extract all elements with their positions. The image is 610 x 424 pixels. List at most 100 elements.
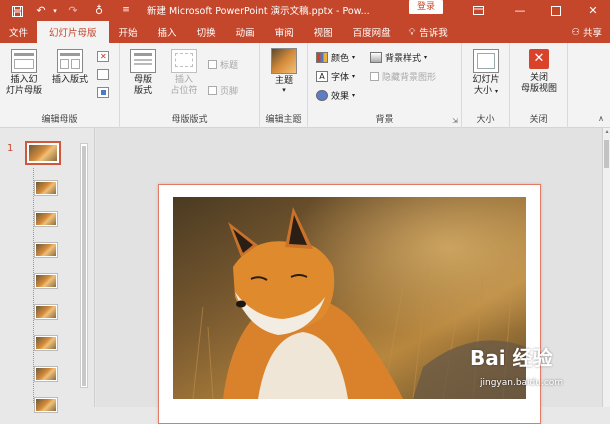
close-master-view-button[interactable]: ✕ 关闭 母版视图 xyxy=(514,49,564,95)
scrollbar-thumb[interactable] xyxy=(604,140,609,168)
title-check-icon xyxy=(208,60,217,69)
chevron-down-icon: ▾ xyxy=(352,73,356,80)
group-background: 颜色 ▾ A 字体 ▾ 效果 ▾ 背景样式 ▾ 隐藏背景图形 背景 ⇲ xyxy=(308,43,462,128)
footer-checkbox[interactable]: 页脚 xyxy=(208,84,238,97)
slide-thumbnail-pane: 1 xyxy=(0,128,95,413)
slide-size-button[interactable]: 幻灯片 大小 ▾ xyxy=(465,49,507,97)
tab-file[interactable]: 文件 xyxy=(0,21,37,43)
minimize-icon[interactable]: — xyxy=(505,0,535,21)
hide-background-label: 隐藏背景图形 xyxy=(382,73,437,83)
tab-view[interactable]: 视图 xyxy=(304,21,343,43)
tab-slide-master[interactable]: 幻灯片母版 xyxy=(37,21,109,43)
group-label-edit-master: 编辑母版 xyxy=(41,115,78,125)
insert-placeholder-label: 插入 占位符 xyxy=(170,75,198,96)
theme-label: 主题 xyxy=(274,76,293,86)
background-styles-label: 背景样式 xyxy=(385,54,422,64)
layout-thumbnail[interactable] xyxy=(34,242,58,258)
fonts-icon: A xyxy=(316,71,328,82)
master-layout-label: 母版 版式 xyxy=(133,75,152,96)
share-label: 共享 xyxy=(582,28,602,39)
layout-thumbnail-image xyxy=(36,275,56,287)
group-label-close: 关闭 xyxy=(529,115,548,125)
layout-thumbnail[interactable] xyxy=(34,304,58,320)
presenter-icon[interactable]: ♁ xyxy=(90,1,108,19)
group-label-edit-theme: 编辑主题 xyxy=(265,115,302,125)
tab-transitions[interactable]: 切换 xyxy=(187,21,226,43)
slide-size-icon xyxy=(473,49,499,73)
hide-background-check-icon xyxy=(370,72,379,81)
layout-thumbnail[interactable] xyxy=(34,273,58,289)
ribbon-display-options-icon[interactable] xyxy=(463,0,493,21)
scroll-up-icon[interactable]: ▴ xyxy=(603,128,610,136)
effects-label: 效果 xyxy=(331,92,350,102)
master-layout-button[interactable]: 母版 版式 xyxy=(128,49,158,97)
dialog-launcher-icon[interactable]: ⇲ xyxy=(452,117,458,125)
theme-button[interactable]: 主题 ▾ xyxy=(265,48,303,94)
group-label-master-layout: 母版版式 xyxy=(171,115,208,125)
group-label-background: 背景 xyxy=(375,115,394,125)
tab-insert[interactable]: 插入 xyxy=(148,21,187,43)
tab-home[interactable]: 开始 xyxy=(109,21,148,43)
group-close: ✕ 关闭 母版视图 关闭 xyxy=(510,43,568,128)
close-window-icon[interactable]: ✕ xyxy=(578,0,608,21)
ribbon-tab-bar: 文件 幻灯片母版 开始 插入 切换 动画 审阅 视图 百度网盘 💡︎ 告诉我 ⚇… xyxy=(0,21,610,43)
layout-thumbnail-image xyxy=(36,368,56,380)
maximize-icon[interactable] xyxy=(541,0,571,21)
title-checkbox-label: 标题 xyxy=(220,61,239,71)
close-master-view-label: 关闭 母版视图 xyxy=(520,73,557,94)
insert-layout-button[interactable]: 插入版式 xyxy=(48,49,92,86)
preserve-icon[interactable] xyxy=(97,87,109,98)
tab-baidu-netdisk[interactable]: 百度网盘 xyxy=(343,21,401,43)
effects-dropdown[interactable]: 效果 ▾ xyxy=(316,89,355,102)
tab-animations[interactable]: 动画 xyxy=(226,21,265,43)
layout-thumbnail[interactable] xyxy=(34,397,58,413)
insert-placeholder-button[interactable]: 插入 占位符 xyxy=(166,49,202,97)
layout-thumbnail[interactable] xyxy=(34,211,58,227)
collapse-ribbon-icon[interactable]: ∧ xyxy=(598,114,604,123)
layout-icon xyxy=(57,49,83,73)
layout-thumbnail[interactable] xyxy=(34,335,58,351)
save-icon[interactable] xyxy=(8,2,26,20)
window-title: 新建 Microsoft PowerPoint 演示文稿.pptx - Pow.… xyxy=(147,6,370,17)
group-size: 幻灯片 大小 ▾ 大小 xyxy=(462,43,510,128)
tell-me-search[interactable]: 💡︎ 告诉我 xyxy=(401,21,456,43)
fonts-dropdown[interactable]: A 字体 ▾ xyxy=(316,70,355,83)
colors-dropdown[interactable]: 颜色 ▾ xyxy=(316,51,355,64)
delete-icon[interactable]: ✕ xyxy=(97,51,109,62)
chevron-down-icon: ▾ xyxy=(352,92,356,99)
ribbon: 插入幻 灯片母版 插入版式 ✕ 编辑母版 母版 版式 插入 占位符 标题 页脚 … xyxy=(0,43,610,128)
chevron-down-icon: ▾ xyxy=(494,88,498,95)
layout-thumbnail-image xyxy=(36,213,56,225)
layout-thumbnail-image xyxy=(36,337,56,349)
layout-thumbnail[interactable] xyxy=(34,366,58,382)
layout-thumbnail[interactable] xyxy=(34,180,58,196)
tab-review[interactable]: 审阅 xyxy=(265,21,304,43)
thumbnail-image xyxy=(29,145,57,161)
placeholder-icon xyxy=(171,49,197,73)
master-slide-thumbnail[interactable] xyxy=(25,141,61,165)
thumbnail-scrollbar[interactable] xyxy=(80,143,88,388)
redo-icon[interactable]: ↷ xyxy=(64,1,82,19)
background-styles-dropdown[interactable]: 背景样式 ▾ xyxy=(370,51,427,64)
layout-thumbnail-image xyxy=(36,306,56,318)
theme-icon xyxy=(271,48,297,74)
title-checkbox[interactable]: 标题 xyxy=(208,58,238,71)
share-button[interactable]: ⚇ 共享 xyxy=(563,21,610,43)
title-bar: ↶ ▾ ↷ ♁ ≡ 新建 Microsoft PowerPoint 演示文稿.p… xyxy=(0,0,610,21)
customize-quick-access-icon[interactable]: ≡ xyxy=(117,1,135,19)
watermark-logo: Bai 经验 xyxy=(470,346,553,370)
footer-checkbox-label: 页脚 xyxy=(220,87,239,97)
background-styles-icon xyxy=(370,52,382,63)
close-icon: ✕ xyxy=(529,49,549,69)
baidu-jingyan-watermark: Bai 经验 jingyan.baidu.com xyxy=(464,340,610,400)
group-edit-master: 插入幻 灯片母版 插入版式 ✕ 编辑母版 xyxy=(0,43,120,128)
undo-dropdown-icon[interactable]: ▾ xyxy=(46,2,64,20)
layout-thumbnail-image xyxy=(36,244,56,256)
insert-slide-master-button[interactable]: 插入幻 灯片母版 xyxy=(3,49,45,97)
colors-icon xyxy=(316,52,328,63)
hide-background-graphics-checkbox[interactable]: 隐藏背景图形 xyxy=(370,70,436,83)
colors-label: 颜色 xyxy=(331,54,350,64)
rename-icon[interactable] xyxy=(97,69,109,80)
scrollbar-thumb[interactable] xyxy=(82,146,86,386)
login-button[interactable]: 登录 xyxy=(409,0,443,14)
